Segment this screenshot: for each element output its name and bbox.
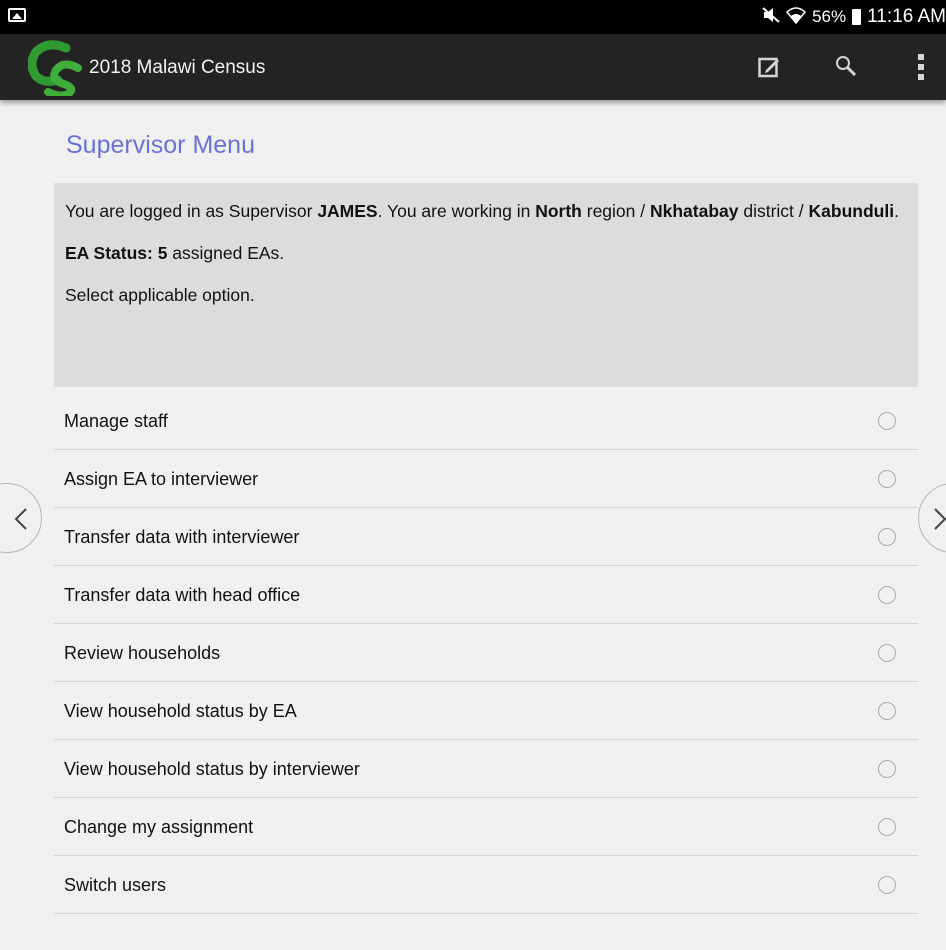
radio-button[interactable] bbox=[878, 760, 896, 778]
option-transfer-interviewer[interactable]: Transfer data with interviewer bbox=[54, 508, 918, 566]
next-button[interactable] bbox=[918, 483, 946, 553]
login-text: . bbox=[894, 201, 899, 221]
region-name: North bbox=[535, 201, 582, 221]
option-label: Manage staff bbox=[64, 411, 168, 431]
ea-status-label: EA Status: bbox=[65, 243, 158, 263]
option-label: Assign EA to interviewer bbox=[64, 469, 259, 489]
picture-icon bbox=[8, 8, 26, 22]
district-name: Nkhatabay bbox=[649, 201, 739, 221]
option-status-by-interviewer[interactable]: View household status by interviewer bbox=[54, 740, 918, 798]
ea-status-text: assigned EAs. bbox=[167, 243, 285, 263]
mute-icon bbox=[762, 6, 780, 28]
radio-button[interactable] bbox=[878, 702, 896, 720]
battery-icon bbox=[852, 9, 862, 25]
edit-icon[interactable] bbox=[758, 56, 780, 78]
search-icon[interactable] bbox=[834, 54, 858, 78]
login-text: district / bbox=[738, 201, 809, 221]
option-label: View household status by interviewer bbox=[64, 759, 360, 779]
option-assign-ea[interactable]: Assign EA to interviewer bbox=[54, 450, 918, 508]
chevron-left-icon bbox=[14, 508, 27, 530]
previous-button[interactable] bbox=[0, 483, 42, 553]
status-icons: 56% 11:16 AM bbox=[762, 6, 946, 28]
radio-button[interactable] bbox=[878, 528, 896, 546]
option-switch-users[interactable]: Switch users bbox=[54, 856, 918, 914]
radio-button[interactable] bbox=[878, 412, 896, 430]
option-label: Transfer data with interviewer bbox=[64, 527, 300, 547]
app-bar: 2018 Malawi Census bbox=[0, 34, 946, 100]
supervisor-name: JAMES bbox=[317, 201, 378, 221]
option-label: Transfer data with head office bbox=[64, 585, 301, 605]
option-manage-staff[interactable]: Manage staff bbox=[54, 392, 918, 450]
option-list: Manage staff Assign EA to interviewer Tr… bbox=[54, 392, 918, 914]
wifi-icon bbox=[786, 6, 807, 29]
info-panel: You are logged in as Supervisor JAMES. Y… bbox=[54, 183, 918, 387]
radio-button[interactable] bbox=[878, 818, 896, 836]
radio-button[interactable] bbox=[878, 470, 896, 488]
ea-count: 5 bbox=[157, 243, 168, 263]
chevron-right-icon bbox=[934, 508, 946, 530]
ea-status: EA Status: 5 assigned EAs. bbox=[65, 243, 906, 264]
option-transfer-head-office[interactable]: Transfer data with head office bbox=[54, 566, 918, 624]
clock: 11:16 AM bbox=[867, 6, 946, 27]
option-change-assignment[interactable]: Change my assignment bbox=[54, 798, 918, 856]
radio-button[interactable] bbox=[878, 876, 896, 894]
page-title: Supervisor Menu bbox=[66, 131, 255, 159]
login-text: . You are working in bbox=[377, 201, 536, 221]
overflow-menu-icon[interactable] bbox=[916, 53, 926, 81]
option-label: Review households bbox=[64, 643, 221, 663]
login-text: You are logged in as Supervisor bbox=[65, 201, 318, 221]
app-title: 2018 Malawi Census bbox=[89, 57, 266, 78]
option-label: View household status by EA bbox=[64, 701, 297, 721]
option-label: Change my assignment bbox=[64, 817, 254, 837]
radio-button[interactable] bbox=[878, 586, 896, 604]
option-status-by-ea[interactable]: View household status by EA bbox=[54, 682, 918, 740]
radio-button[interactable] bbox=[878, 644, 896, 662]
login-info: You are logged in as Supervisor JAMES. Y… bbox=[65, 201, 906, 222]
login-text: region / bbox=[581, 201, 650, 221]
census-logo-icon[interactable] bbox=[28, 38, 86, 96]
option-label: Switch users bbox=[64, 875, 167, 895]
option-review-households[interactable]: Review households bbox=[54, 624, 918, 682]
area-name: Kabunduli bbox=[808, 201, 895, 221]
instruction-text: Select applicable option. bbox=[65, 285, 255, 305]
status-bar: 56% 11:16 AM bbox=[0, 0, 946, 34]
battery-percent: 56% bbox=[812, 7, 847, 26]
